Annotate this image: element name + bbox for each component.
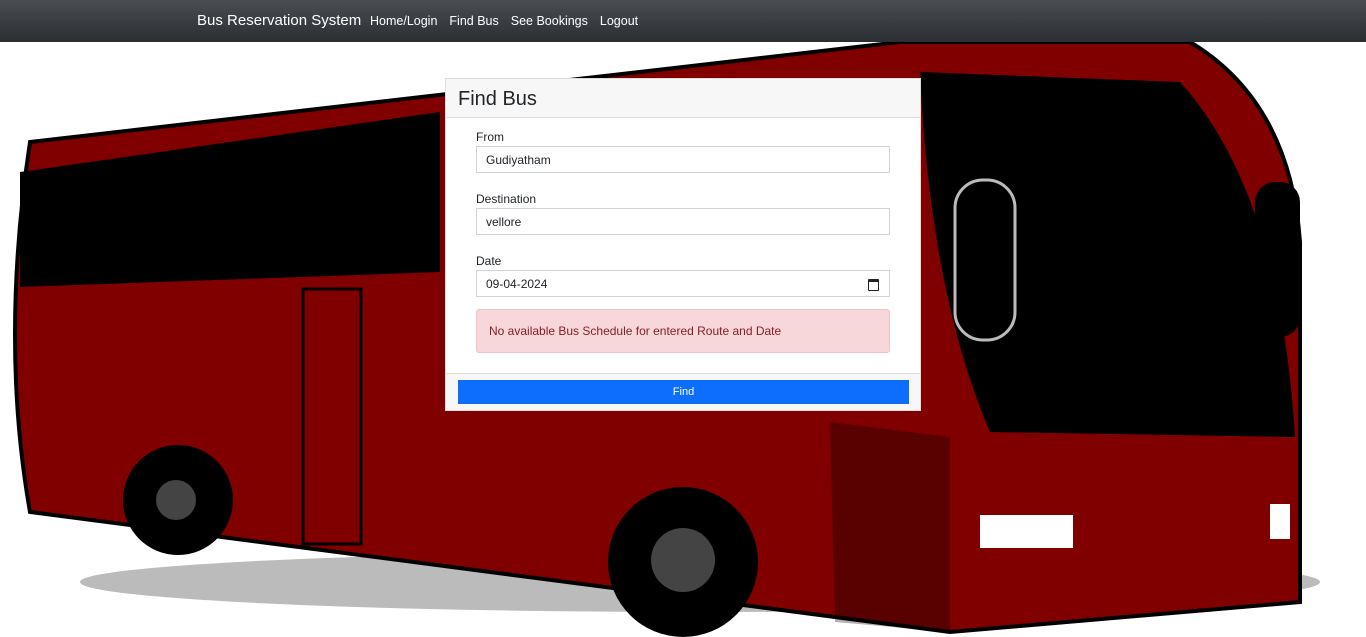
navbar: Bus Reservation System Home/Login Find B…: [0, 0, 1366, 42]
from-input[interactable]: Gudiyatham: [476, 146, 890, 173]
nav-find-bus[interactable]: Find Bus: [449, 14, 498, 28]
error-alert: No available Bus Schedule for entered Ro…: [476, 309, 890, 353]
card-title: Find Bus: [446, 79, 920, 118]
find-bus-card: Find Bus From Gudiyatham Destination vel…: [445, 78, 921, 411]
brand[interactable]: Bus Reservation System: [197, 12, 361, 29]
card-footer: Find: [446, 373, 920, 410]
nav-logout[interactable]: Logout: [600, 14, 638, 28]
date-value: 09-04-2024: [486, 277, 548, 291]
destination-label: Destination: [476, 192, 537, 206]
date-input[interactable]: 09-04-2024: [476, 270, 890, 297]
nav-see-bookings[interactable]: See Bookings: [511, 14, 588, 28]
from-label: From: [476, 130, 504, 144]
nav-links: Home/Login Find Bus See Bookings Logout: [370, 14, 638, 28]
destination-input[interactable]: vellore: [476, 208, 890, 235]
nav-home-login[interactable]: Home/Login: [370, 14, 437, 28]
calendar-icon[interactable]: [868, 279, 879, 291]
date-label: Date: [476, 254, 502, 268]
find-button[interactable]: Find: [458, 380, 909, 404]
